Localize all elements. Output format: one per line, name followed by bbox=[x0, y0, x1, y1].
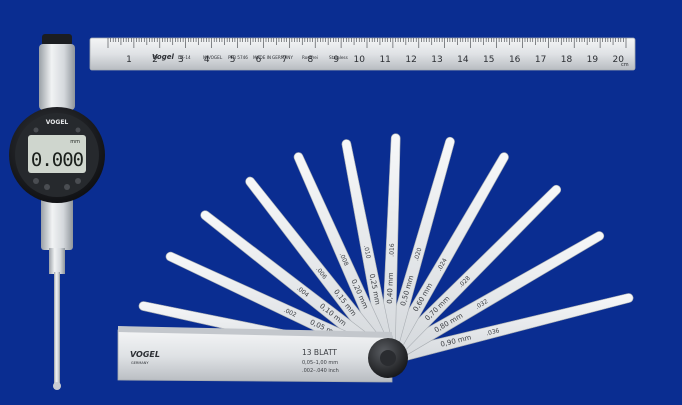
ruler-number: 15 bbox=[483, 55, 494, 65]
ruler-marking: PTB 5746 bbox=[228, 55, 248, 60]
ruler-number: 17 bbox=[535, 55, 546, 65]
ruler-marking: MADE IN bbox=[253, 55, 271, 60]
indicator-button bbox=[33, 127, 39, 133]
product-illustration: VOGEL mm 0.000 1 2 3 4 5 6 7 8 9 10 11 12 13 14 15 16 17… bbox=[9, 34, 636, 390]
ruler-number: 10 bbox=[354, 55, 366, 65]
gauge-range-label: 0,05–1,00 mm bbox=[302, 360, 338, 366]
blade-inch-label: .016 bbox=[389, 243, 396, 257]
product-photo: VOGEL mm 0.000 1 2 3 4 5 6 7 8 9 10 11 12 13 14 15 16 17… bbox=[0, 0, 682, 405]
gauge-brand: VOGEL bbox=[130, 350, 160, 359]
ruler-unit: cm bbox=[621, 62, 629, 68]
indicator-button bbox=[75, 127, 81, 133]
ruler-number: 1 bbox=[126, 55, 132, 65]
ruler-number: 16 bbox=[509, 55, 521, 65]
ruler-number: 12 bbox=[405, 55, 416, 65]
ruler-tick-marks bbox=[107, 38, 627, 48]
ruler-marking: Stainless bbox=[329, 55, 348, 60]
ruler-number: 14 bbox=[457, 55, 469, 65]
steel-ruler: 1 2 3 4 5 6 7 8 9 10 11 12 13 14 15 16 17 18 19 20 Vogel DE… bbox=[89, 37, 636, 71]
indicator-lower-stem bbox=[41, 198, 73, 250]
feeler-gauge: 0,90 mm.0360,80 mm.0320,70 mm.0280,60 mm… bbox=[117, 133, 634, 383]
ruler-number: 18 bbox=[561, 55, 573, 65]
ruler-marking: MIVOGEL bbox=[203, 55, 223, 60]
indicator-button bbox=[33, 178, 39, 184]
gauge-brand-sub: GERMANY bbox=[131, 361, 149, 365]
ruler-marking: Rostfrei bbox=[302, 55, 318, 60]
ruler-marking: GERMANY bbox=[272, 55, 293, 60]
indicator-spindle-sleeve bbox=[49, 248, 65, 274]
indicator-unit: mm bbox=[70, 139, 80, 145]
blade-label: 0,40 mm bbox=[386, 272, 395, 304]
indicator-button bbox=[64, 184, 70, 190]
indicator-button bbox=[44, 184, 50, 190]
indicator-spindle bbox=[54, 272, 60, 384]
indicator-contact-point bbox=[53, 382, 61, 390]
gauge-inch-label: .002–.040 inch bbox=[302, 368, 339, 374]
ruler-brand: Vogel bbox=[152, 53, 174, 61]
indicator-display-value: 0.000 bbox=[31, 149, 84, 171]
ruler-marking: DE-14 bbox=[178, 55, 191, 60]
gauge-count-label: 13 BLATT bbox=[302, 348, 337, 357]
ruler-number: 19 bbox=[587, 55, 599, 65]
dial-indicator: VOGEL mm 0.000 bbox=[9, 34, 105, 390]
ruler-number: 13 bbox=[431, 55, 442, 65]
ruler-number: 11 bbox=[379, 55, 390, 65]
gauge-pivot-knob-center bbox=[380, 350, 396, 366]
indicator-upper-stem bbox=[39, 44, 75, 110]
indicator-brand: VOGEL bbox=[46, 119, 69, 126]
indicator-button bbox=[75, 178, 81, 184]
